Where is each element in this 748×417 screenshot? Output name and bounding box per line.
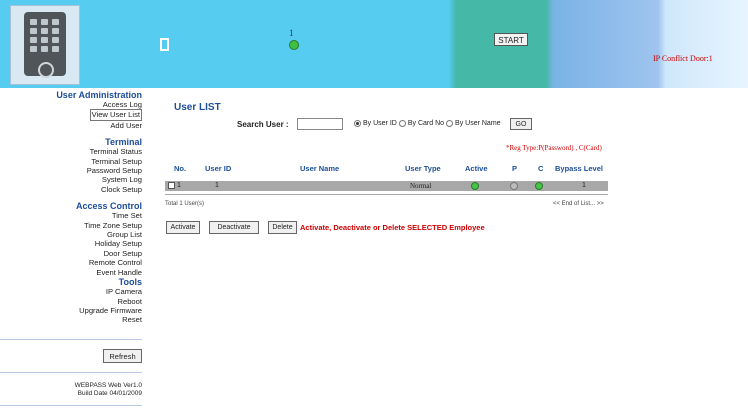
column-header-user-type: User Type <box>405 164 441 173</box>
sidebar-item-ip-camera[interactable]: IP Camera <box>0 287 142 296</box>
deactivate-button[interactable]: Deactivate <box>209 221 259 234</box>
total-users-text: Total 1 User(s) <box>165 201 205 207</box>
column-header-bypass-level: Bypass Level <box>555 164 603 173</box>
sidebar-item-remote-control[interactable]: Remote Control <box>0 258 142 267</box>
sidebar-item-holiday-setup[interactable]: Holiday Setup <box>0 239 142 248</box>
row-user-type: Normal <box>410 182 432 190</box>
search-mode-group: By User ID By Card No By User Name <box>352 120 501 127</box>
delete-button[interactable]: Delete <box>268 221 297 234</box>
activate-button[interactable]: Activate <box>166 221 200 234</box>
door-number: 1 <box>289 28 294 38</box>
sidebar-divider <box>0 404 142 406</box>
sidebar-item-clock-setup[interactable]: Clock Setup <box>0 185 142 194</box>
sidebar-item-reboot[interactable]: Reboot <box>0 297 143 306</box>
version-text: WEBPASS Web Ver1.0 <box>74 381 142 389</box>
nav-section-tools: Tools <box>118 277 142 288</box>
active-status-icon <box>471 182 479 190</box>
sidebar-item-event-handle[interactable]: Event Handle <box>0 268 142 277</box>
sidebar-item-system-log[interactable]: System Log <box>0 175 142 184</box>
start-button[interactable]: START <box>494 33 528 46</box>
end-of-list-text: << End of List... >> <box>553 201 604 207</box>
build-date-text: Build Date 04/01/2009 <box>77 389 142 397</box>
row-select-checkbox[interactable] <box>168 182 175 189</box>
search-input[interactable] <box>297 118 343 130</box>
radio-label-by-user-id: By User ID <box>363 120 397 127</box>
sidebar-divider <box>0 338 142 340</box>
ip-conflict-text: IP Conflict Door:1 <box>653 54 713 63</box>
row-no: 1 <box>177 182 181 189</box>
nav-section-user-administration: User Administration <box>56 90 142 100</box>
table-header: No. User ID User Name User Type Active P… <box>160 162 612 176</box>
radio-by-user-id[interactable] <box>354 120 361 127</box>
radio-label-by-card-no: By Card No <box>407 120 445 127</box>
nav-section-terminal: Terminal <box>105 137 142 148</box>
sidebar: User Administration Access Log View User… <box>0 89 142 406</box>
sidebar-item-door-setup[interactable]: Door Setup <box>0 249 142 258</box>
column-header-user-id: User ID <box>205 164 232 173</box>
header-banner: 1 START IP Conflict Door:1 <box>0 0 748 88</box>
column-header-user-name: User Name <box>300 164 340 173</box>
sidebar-divider <box>0 371 142 373</box>
table-row[interactable]: 1 1 Normal 1 <box>165 181 608 191</box>
sidebar-item-time-set[interactable]: Time Set <box>0 211 142 220</box>
sidebar-item-terminal-setup[interactable]: Terminal Setup <box>0 157 142 166</box>
radio-by-card-no[interactable] <box>398 120 406 127</box>
sidebar-item-password-setup[interactable]: Password Setup <box>0 166 142 175</box>
page-title: User LIST <box>174 102 221 113</box>
card-status-icon <box>535 182 543 190</box>
row-bypass-level: 1 <box>582 182 586 189</box>
sidebar-item-add-user[interactable]: Add User <box>0 121 142 130</box>
radio-label-by-user-name: By User Name <box>455 120 501 127</box>
sidebar-item-time-zone-setup[interactable]: Time Zone Setup <box>0 221 142 230</box>
sidebar-item-upgrade-firmware[interactable]: Upgrade Firmware <box>0 306 142 315</box>
action-instructions: Activate, Deactivate or Delete SELECTED … <box>300 223 485 232</box>
sidebar-item-terminal-status[interactable]: Terminal Status <box>0 147 142 156</box>
password-status-icon <box>510 182 518 190</box>
column-header-p: P <box>512 164 518 173</box>
search-label: Search User : <box>237 120 289 129</box>
sidebar-item-view-user-list[interactable]: View User List <box>89 109 142 121</box>
column-header-c: C <box>538 164 544 173</box>
sidebar-item-reset[interactable]: Reset <box>0 315 142 324</box>
row-user-id: 1 <box>215 182 219 189</box>
refresh-button[interactable]: Refresh <box>103 348 142 363</box>
column-header-no: No. <box>174 164 187 173</box>
radio-by-user-name[interactable] <box>446 120 454 127</box>
sidebar-item-access-log[interactable]: Access Log <box>0 100 142 109</box>
reg-type-note: *Reg Type:P(Password) , C(Card) <box>506 144 602 152</box>
door-icon[interactable] <box>160 38 169 51</box>
go-button[interactable]: GO <box>510 118 532 130</box>
sidebar-item-group-list[interactable]: Group List <box>0 230 142 239</box>
keypad-device-icon <box>10 5 80 85</box>
table-divider <box>165 194 608 195</box>
door-status-led <box>289 40 299 50</box>
column-header-active: Active <box>465 164 488 173</box>
nav-section-access-control: Access Control <box>75 201 142 212</box>
